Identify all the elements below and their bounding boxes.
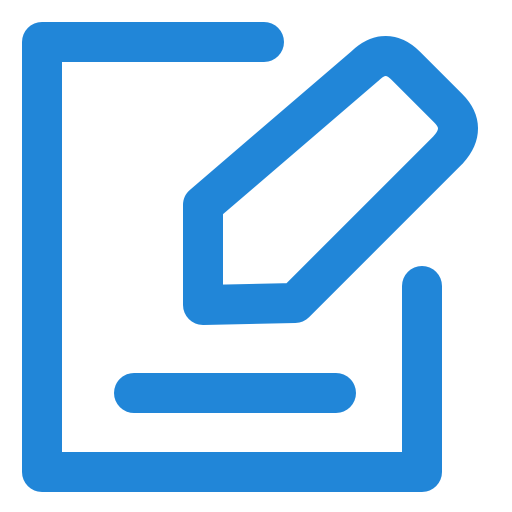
edit-icon-canvas (0, 0, 512, 512)
edit-icon[interactable] (0, 0, 512, 512)
